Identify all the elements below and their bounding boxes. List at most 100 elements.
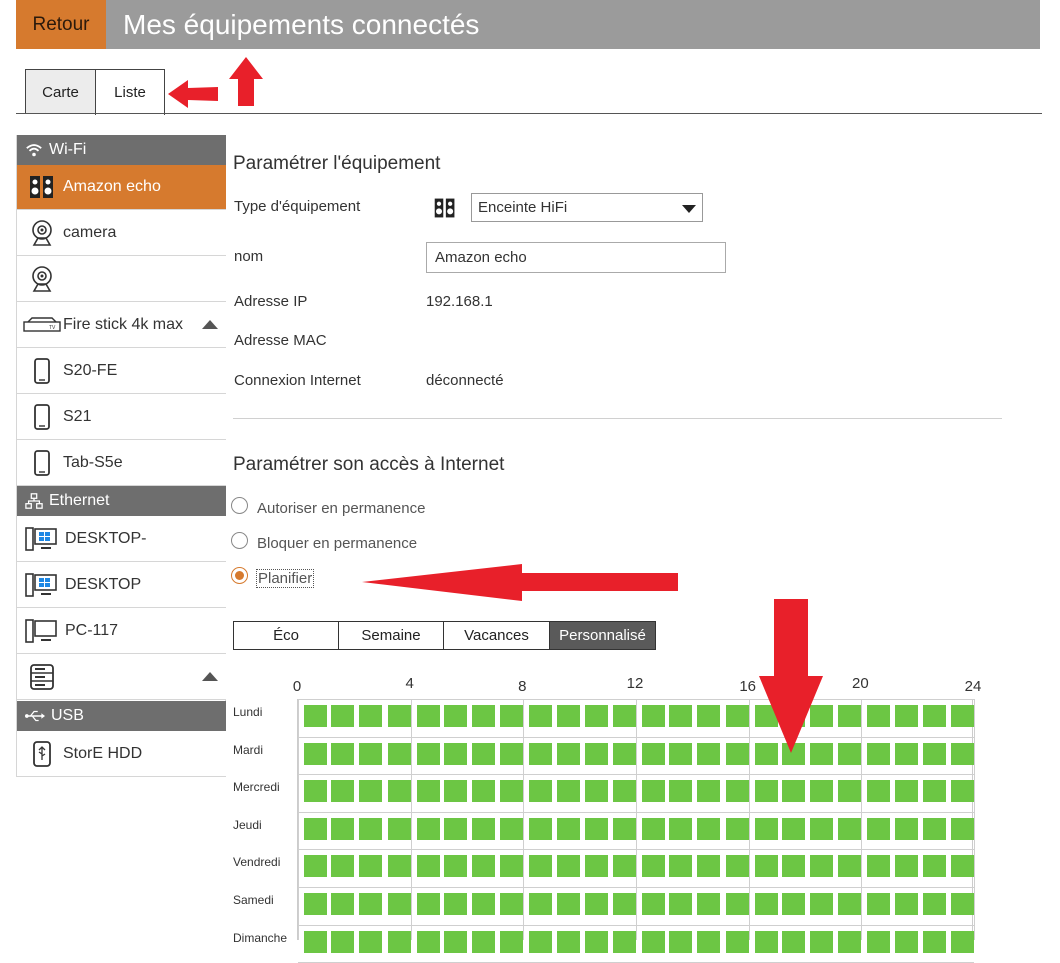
schedule-slot[interactable] <box>697 893 721 915</box>
device-name-input[interactable] <box>426 242 726 273</box>
schedule-slot[interactable] <box>304 817 327 840</box>
schedule-slot[interactable] <box>781 930 805 953</box>
schedule-slot[interactable] <box>304 930 327 953</box>
schedule-slot[interactable] <box>331 817 355 840</box>
schedule-slot[interactable] <box>612 930 636 953</box>
radio-planifier[interactable] <box>231 567 248 584</box>
schedule-slot[interactable] <box>556 930 580 953</box>
schedule-slot[interactable] <box>443 705 467 727</box>
mode-personnalise-button[interactable]: Personnalisé <box>549 621 656 650</box>
schedule-slot[interactable] <box>810 855 833 878</box>
schedule-slot[interactable] <box>416 780 440 803</box>
schedule-slot[interactable] <box>725 780 749 803</box>
schedule-slot[interactable] <box>359 855 383 878</box>
schedule-slot[interactable] <box>867 893 891 915</box>
schedule-slot[interactable] <box>642 817 665 840</box>
schedule-slot[interactable] <box>838 855 862 878</box>
schedule-slot[interactable] <box>472 893 495 915</box>
schedule-slot[interactable] <box>781 780 805 803</box>
schedule-slot[interactable] <box>754 930 778 953</box>
schedule-slot[interactable] <box>838 705 862 727</box>
schedule-slot[interactable] <box>894 780 918 803</box>
sidebar-item-tab-s5e[interactable]: Tab-S5e <box>17 440 226 486</box>
schedule-slot[interactable] <box>950 705 974 727</box>
collapse-caret-icon[interactable] <box>202 672 218 681</box>
schedule-slot[interactable] <box>612 705 636 727</box>
schedule-slot[interactable] <box>725 930 749 953</box>
schedule-slot[interactable] <box>725 705 749 727</box>
schedule-slot[interactable] <box>810 930 833 953</box>
schedule-slot[interactable] <box>697 855 721 878</box>
schedule-slot[interactable] <box>584 855 608 878</box>
schedule-slot[interactable] <box>387 817 411 840</box>
schedule-slot[interactable] <box>922 742 946 765</box>
schedule-slot[interactable] <box>472 855 495 878</box>
schedule-slot[interactable] <box>500 930 524 953</box>
schedule-slot[interactable] <box>894 817 918 840</box>
schedule-slot[interactable] <box>556 780 580 803</box>
schedule-slot[interactable] <box>556 742 580 765</box>
schedule-slot[interactable] <box>443 893 467 915</box>
schedule-slot[interactable] <box>725 893 749 915</box>
schedule-slot[interactable] <box>331 893 355 915</box>
radio-autoriser-label[interactable]: Autoriser en permanence <box>257 500 425 517</box>
schedule-slot[interactable] <box>472 780 495 803</box>
schedule-slot[interactable] <box>669 780 693 803</box>
schedule-slot[interactable] <box>359 930 383 953</box>
schedule-slot[interactable] <box>387 705 411 727</box>
schedule-slot[interactable] <box>612 780 636 803</box>
schedule-slot[interactable] <box>922 893 946 915</box>
schedule-slot[interactable] <box>810 893 833 915</box>
mode-vacances-button[interactable]: Vacances <box>443 621 550 650</box>
schedule-slot[interactable] <box>529 893 553 915</box>
schedule-slot[interactable] <box>331 705 355 727</box>
sidebar-item-fire-stick[interactable]: TV Fire stick 4k max <box>17 302 226 348</box>
schedule-slot[interactable] <box>584 780 608 803</box>
schedule-slot[interactable] <box>838 893 862 915</box>
schedule-slot[interactable] <box>556 855 580 878</box>
sidebar-item-store-hdd[interactable]: StorE HDD <box>17 731 226 777</box>
schedule-slot[interactable] <box>867 742 891 765</box>
schedule-slot[interactable] <box>304 742 327 765</box>
schedule-slot[interactable] <box>331 780 355 803</box>
schedule-slot[interactable] <box>754 893 778 915</box>
schedule-slot[interactable] <box>500 893 524 915</box>
schedule-slot[interactable] <box>697 817 721 840</box>
schedule-slot[interactable] <box>950 817 974 840</box>
device-type-select[interactable]: Enceinte HiFi <box>471 193 703 222</box>
schedule-slot[interactable] <box>642 855 665 878</box>
schedule-slot[interactable] <box>500 780 524 803</box>
mode-eco-button[interactable]: Éco <box>233 621 339 650</box>
tab-liste[interactable]: Liste <box>95 69 165 115</box>
schedule-slot[interactable] <box>754 780 778 803</box>
schedule-slot[interactable] <box>894 930 918 953</box>
schedule-slot[interactable] <box>304 705 327 727</box>
schedule-slot[interactable] <box>612 893 636 915</box>
schedule-slot[interactable] <box>950 893 974 915</box>
schedule-slot[interactable] <box>612 817 636 840</box>
schedule-slot[interactable] <box>867 930 891 953</box>
tab-carte[interactable]: Carte <box>25 69 96 114</box>
schedule-slot[interactable] <box>781 893 805 915</box>
schedule-slot[interactable] <box>529 742 553 765</box>
schedule-slot[interactable] <box>669 742 693 765</box>
schedule-slot[interactable] <box>838 817 862 840</box>
schedule-slot[interactable] <box>781 817 805 840</box>
schedule-slot[interactable] <box>500 817 524 840</box>
radio-autoriser[interactable] <box>231 497 248 514</box>
schedule-slot[interactable] <box>867 780 891 803</box>
schedule-slot[interactable] <box>443 817 467 840</box>
sidebar-item-desktop-1[interactable]: DESKTOP- <box>17 516 226 562</box>
schedule-slot[interactable] <box>304 855 327 878</box>
schedule-slot[interactable] <box>331 930 355 953</box>
schedule-slot[interactable] <box>612 742 636 765</box>
schedule-slot[interactable] <box>443 855 467 878</box>
schedule-slot[interactable] <box>642 893 665 915</box>
mode-semaine-button[interactable]: Semaine <box>338 621 444 650</box>
sidebar-item-desktop-2[interactable]: DESKTOP <box>17 562 226 608</box>
schedule-slot[interactable] <box>331 855 355 878</box>
schedule-slot[interactable] <box>472 817 495 840</box>
schedule-slot[interactable] <box>304 780 327 803</box>
schedule-slot[interactable] <box>781 855 805 878</box>
schedule-slot[interactable] <box>697 930 721 953</box>
